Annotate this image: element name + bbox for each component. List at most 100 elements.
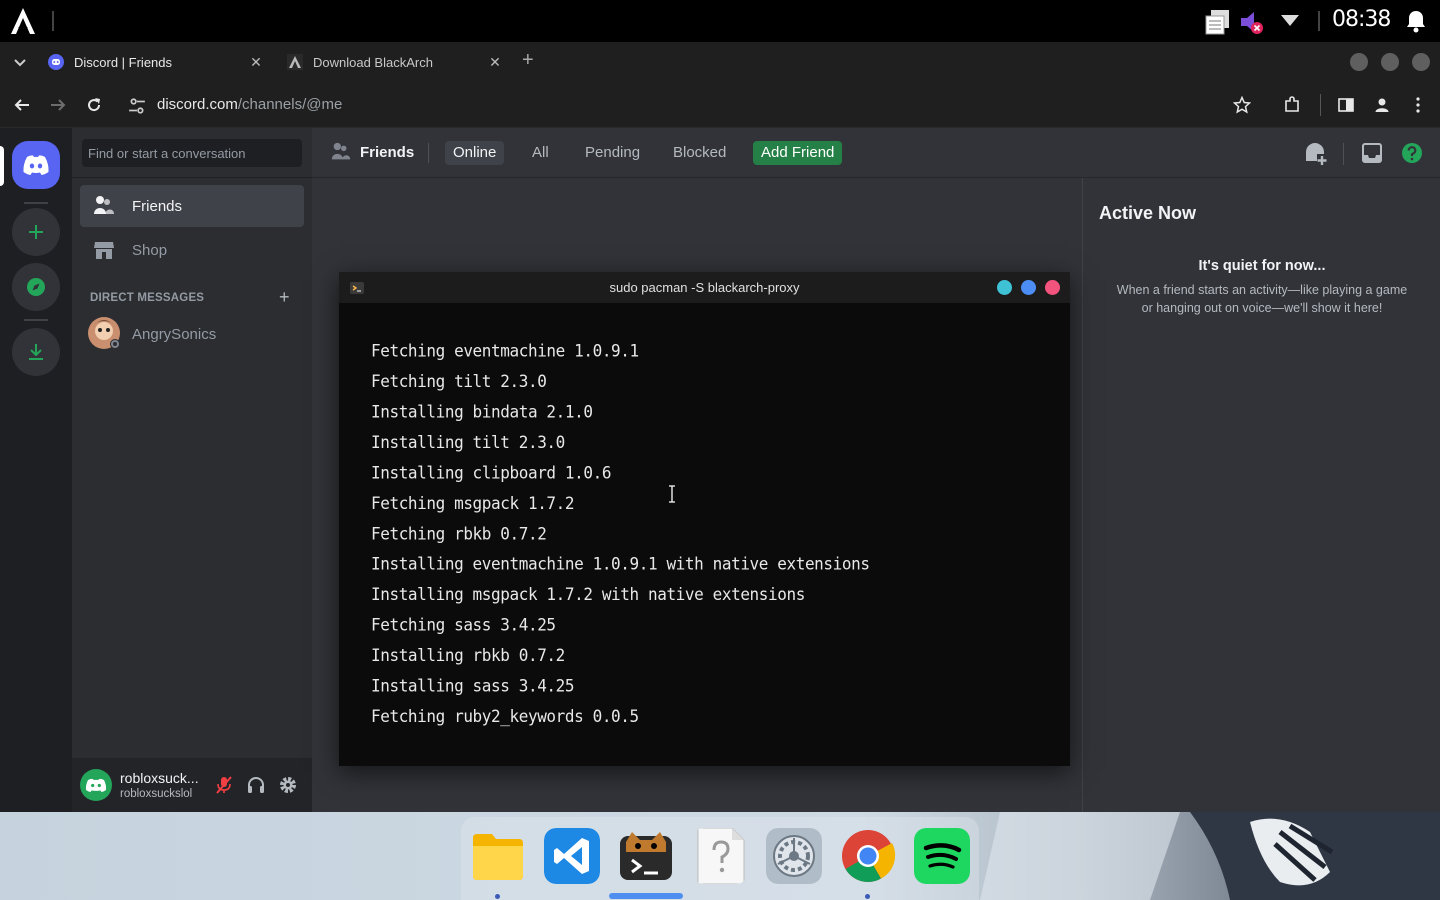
terminal-line: Fetching ruby2_keywords 0.0.5 (371, 706, 639, 727)
terminal-line: Fetching sass 3.4.25 (371, 614, 556, 635)
profile-icon[interactable] (1373, 96, 1391, 114)
terminal-icon[interactable] (618, 828, 674, 884)
conversation-search-button[interactable]: Find or start a conversation (82, 139, 302, 167)
direct-messages-header: DIRECT MESSAGES (90, 292, 205, 304)
window-minimize-button[interactable] (1350, 53, 1368, 71)
terminal-title: sudo pacman -S blackarch-proxy (609, 280, 800, 295)
wallpaper-art (980, 812, 1440, 900)
toolbar-divider (1320, 94, 1321, 116)
chrome-icon[interactable] (840, 828, 896, 884)
tab-title: Discord | Friends (74, 54, 173, 70)
tab-all[interactable]: All (524, 141, 557, 165)
help-icon[interactable] (1401, 142, 1423, 164)
guild-separator (24, 202, 48, 204)
side-panel-icon[interactable] (1337, 96, 1355, 114)
browser-toolbar: discord.com/channels/@me (0, 82, 1440, 128)
add-friend-button[interactable]: Add Friend (753, 141, 843, 165)
tab-close-icon[interactable]: ✕ (248, 54, 264, 71)
new-group-dm-icon[interactable] (1303, 141, 1329, 167)
mute-microphone-icon[interactable] (214, 775, 234, 795)
avatar (88, 317, 120, 349)
download-apps-button[interactable] (12, 328, 60, 376)
terminal-line: Installing sass 3.4.25 (371, 675, 575, 696)
discord-logo-icon (23, 155, 49, 175)
active-app-indicator (609, 893, 683, 899)
browser-menu-icon[interactable] (1409, 96, 1427, 114)
discord-favicon-icon (48, 54, 64, 70)
new-tab-button[interactable]: + (522, 49, 534, 72)
explore-servers-button[interactable] (12, 263, 60, 311)
settings-icon[interactable] (766, 828, 822, 884)
vscode-icon[interactable] (544, 828, 600, 884)
create-dm-button[interactable]: + (279, 287, 290, 308)
tab-pending[interactable]: Pending (577, 141, 648, 165)
reload-icon[interactable] (85, 96, 103, 114)
terminal-line: Fetching msgpack 1.7.2 (371, 493, 575, 514)
terminal-line: Fetching tilt 2.3.0 (371, 371, 547, 392)
unknown-file-icon[interactable] (692, 828, 748, 884)
direct-messages-home-button[interactable] (12, 141, 60, 189)
running-indicator (495, 894, 500, 899)
user-username: robloxsuckslol (120, 788, 193, 800)
blackarch-favicon-icon (287, 54, 303, 70)
files-icon[interactable] (470, 828, 526, 884)
add-server-button[interactable] (12, 208, 60, 256)
dm-item[interactable]: AngrySonics (80, 313, 304, 355)
browser-tab-bar: Discord | Friends ✕ Download BlackArch ✕… (0, 42, 1440, 82)
terminal-minimize-button[interactable] (997, 280, 1012, 295)
back-arrow-icon[interactable] (13, 96, 31, 114)
tab-close-icon[interactable]: ✕ (487, 54, 503, 71)
user-display-name[interactable]: robloxsuck... (120, 770, 199, 786)
terminal-line: Installing eventmachine 1.0.9.1 with nat… (371, 553, 870, 574)
tab-search-chevron-icon[interactable] (13, 56, 27, 70)
clock[interactable]: 08:38 (1332, 7, 1391, 32)
tab-online[interactable]: Online (445, 141, 505, 165)
dropdown-triangle-icon[interactable] (1280, 12, 1300, 28)
window-close-button[interactable] (1412, 53, 1430, 71)
tab-title: Download BlackArch (313, 54, 433, 70)
terminal-window[interactable]: sudo pacman -S blackarch-proxy Fetching … (339, 272, 1070, 766)
terminal-line: Fetching rbkb 0.7.2 (371, 523, 547, 544)
text-cursor-icon (669, 485, 675, 503)
user-panel: robloxsuck... robloxsuckslol (72, 758, 312, 812)
friends-wave-icon (94, 196, 114, 214)
forward-arrow-icon[interactable] (49, 96, 67, 114)
notification-bell-icon[interactable] (1404, 9, 1428, 33)
notes-tray-icon[interactable] (1203, 8, 1233, 36)
tab-blocked[interactable]: Blocked (665, 141, 734, 165)
user-settings-gear-icon[interactable] (278, 775, 298, 795)
headphones-icon[interactable] (246, 775, 266, 795)
user-avatar[interactable] (80, 769, 112, 801)
header-divider (428, 143, 429, 163)
guild-separator (24, 319, 48, 321)
terminal-line: Fetching eventmachine 1.0.9.1 (371, 340, 639, 361)
quiet-body: When a friend starts an activity—like pl… (1116, 283, 1408, 315)
top-bar-separator (1318, 11, 1320, 31)
sidebar-item-label: Friends (132, 197, 183, 215)
tab-discord[interactable]: Discord | Friends ✕ (40, 42, 272, 82)
terminal-titlebar[interactable]: sudo pacman -S blackarch-proxy (339, 272, 1070, 303)
tab-blackarch[interactable]: Download BlackArch ✕ (279, 42, 511, 82)
address-bar[interactable]: discord.com/channels/@me (157, 96, 342, 113)
extensions-icon[interactable] (1283, 96, 1301, 114)
system-top-bar: 08:38 (0, 0, 1440, 42)
window-maximize-button[interactable] (1381, 53, 1399, 71)
terminal-output[interactable]: Fetching eventmachine 1.0.9.1 Fetching t… (371, 336, 870, 732)
url-host: discord.com (157, 96, 238, 113)
inbox-icon[interactable] (1361, 142, 1383, 164)
bookmark-star-icon[interactable] (1233, 96, 1251, 114)
terminal-line: Installing clipboard 1.0.6 (371, 462, 612, 483)
sidebar-item-shop[interactable]: Shop (80, 229, 304, 271)
plus-icon (29, 225, 43, 239)
archlinux-logo-icon[interactable] (8, 6, 38, 36)
terminal-maximize-button[interactable] (1021, 280, 1036, 295)
sidebar-item-friends[interactable]: Friends (80, 185, 304, 227)
volume-muted-icon[interactable] (1238, 8, 1266, 36)
spotify-icon[interactable] (914, 828, 970, 884)
terminal-line: Installing msgpack 1.7.2 with native ext… (371, 584, 805, 605)
sidebar-item-label: Shop (132, 241, 168, 259)
top-bar-separator (52, 11, 54, 31)
site-info-icon[interactable] (128, 97, 146, 115)
terminal-close-button[interactable] (1045, 280, 1060, 295)
active-now-title: Active Now (1099, 203, 1197, 223)
